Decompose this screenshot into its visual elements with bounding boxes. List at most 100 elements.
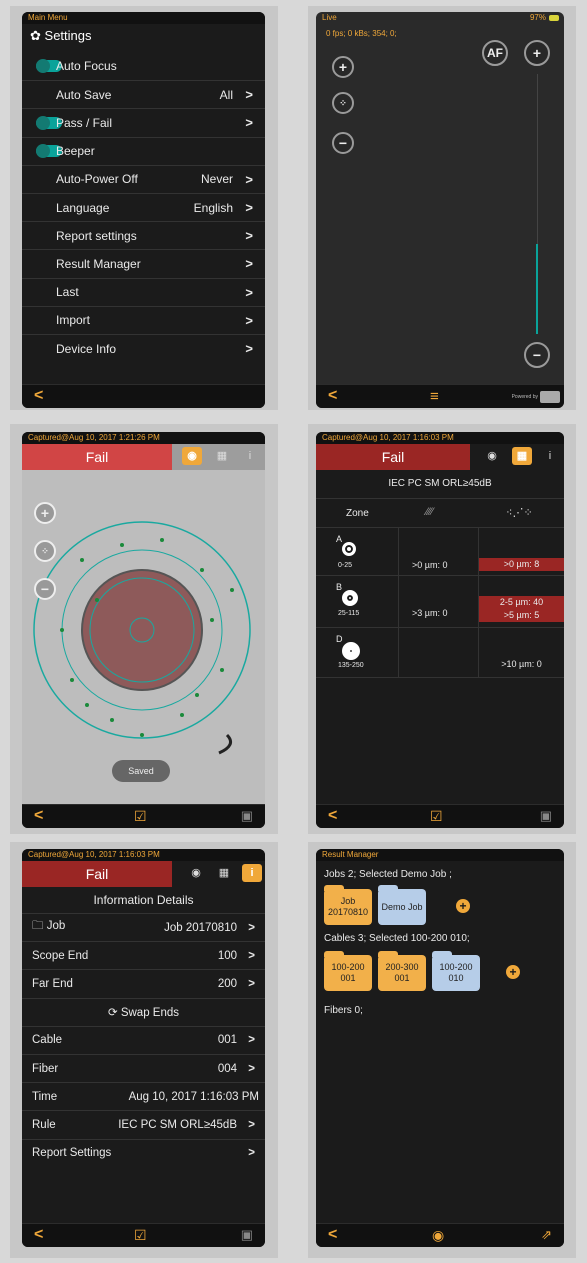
fit-button[interactable]: ⁘ xyxy=(34,540,56,562)
tab-table[interactable]: ▦ xyxy=(214,864,234,882)
cable-folder[interactable]: 100-200 001 xyxy=(324,951,372,991)
cladding-circle xyxy=(81,569,203,691)
settings-item-label: Auto-Power Off xyxy=(56,172,138,187)
back-icon[interactable]: < xyxy=(328,1226,337,1244)
info-row[interactable]: Cable 001 > xyxy=(22,1025,265,1054)
zoom-in-button[interactable]: + xyxy=(34,502,56,524)
add-job-icon[interactable]: + xyxy=(456,899,470,913)
settings-item[interactable]: Result Manager > xyxy=(22,249,265,277)
zone-header: Zone xyxy=(346,508,369,519)
settings-item-label: Beeper xyxy=(56,144,95,159)
back-icon[interactable]: < xyxy=(328,807,337,825)
info-row[interactable]: Scope End 100 > xyxy=(22,941,265,969)
fit-button[interactable]: ⁘ xyxy=(332,92,354,114)
info-row-label: Rule xyxy=(32,1119,56,1131)
settings-item[interactable]: Auto-Power Off Never > xyxy=(22,164,265,193)
page-title: Information Details xyxy=(93,893,194,907)
autofocus-button[interactable]: AF xyxy=(482,40,508,66)
settings-item-label: Auto Save xyxy=(56,87,112,102)
settings-item[interactable]: Auto Save All > xyxy=(22,80,265,108)
defect-count: >0 µm: 8 xyxy=(479,558,564,571)
info-row-label: Scope End xyxy=(32,950,88,962)
back-icon[interactable]: < xyxy=(34,387,43,405)
add-cable-icon[interactable]: + xyxy=(506,965,520,979)
tab-image[interactable]: ◉ xyxy=(182,447,202,465)
swap-ends-button[interactable]: ⟳ Swap Ends xyxy=(22,997,265,1026)
info-row-label: Fiber xyxy=(32,1063,58,1075)
settings-title: Settings xyxy=(44,28,92,43)
zoom-in-button[interactable]: + xyxy=(332,56,354,78)
focus-minus-button[interactable]: − xyxy=(524,342,550,368)
settings-item[interactable]: Report settings > xyxy=(22,221,265,249)
checkbox-icon[interactable]: ☑ xyxy=(134,1227,147,1244)
gear-icon: ✿ xyxy=(30,28,41,43)
settings-item-value: English xyxy=(193,200,233,215)
info-row[interactable]: Fiber 004 > xyxy=(22,1054,265,1082)
tab-info[interactable]: i xyxy=(540,447,560,465)
focus-plus-button[interactable]: + xyxy=(524,40,550,66)
table-header-row: Zone ⁄⁄⁄⁄ ⁖⋰⁘ xyxy=(316,498,564,528)
cable-folder[interactable]: 100-200 010 xyxy=(432,951,480,991)
info-row[interactable]: Rule IEC PC SM ORL≥45dB > xyxy=(22,1110,265,1138)
live-screen: Live 97% 0 fps; 0 kBs; 354; 0; + ⁘ − AF … xyxy=(316,12,564,408)
zoom-out-button[interactable]: − xyxy=(34,578,56,600)
status-bar: Main Menu xyxy=(22,12,265,24)
tab-image[interactable]: ◉ xyxy=(186,864,206,882)
chevron-right-icon: > xyxy=(245,115,253,131)
fiber-end-image xyxy=(22,470,265,804)
defect-count: >10 µm: 0 xyxy=(501,659,542,669)
zone-letter: D xyxy=(336,634,343,644)
info-screen: Captured@Aug 10, 2017 1:16:03 PM Fail ◉ … xyxy=(22,849,265,1247)
powered-by-text: Powered by xyxy=(511,394,538,400)
settings-item[interactable]: Device Info > xyxy=(22,334,265,362)
jobs-label: Jobs 2; Selected Demo Job ; xyxy=(324,869,452,880)
tab-table[interactable]: ▦ xyxy=(212,447,232,465)
status-text: Captured@Aug 10, 2017 1:21:26 PM xyxy=(28,433,160,442)
tab-info[interactable]: i xyxy=(240,447,260,465)
tab-table[interactable]: ▦ xyxy=(512,447,532,465)
back-icon[interactable]: < xyxy=(34,807,43,825)
chevron-right-icon: > xyxy=(248,949,255,962)
back-icon[interactable]: < xyxy=(328,387,337,405)
info-row-value: Job 20170810 xyxy=(164,921,237,934)
tab-info[interactable]: i xyxy=(242,864,262,882)
settings-item[interactable]: Language English > xyxy=(22,193,265,221)
job-folder[interactable]: Job 20170810 xyxy=(324,885,372,925)
status-text: Captured@Aug 10, 2017 1:16:03 PM xyxy=(28,850,160,859)
tab-image[interactable]: ◉ xyxy=(482,447,502,465)
job-folder[interactable]: Demo Job xyxy=(378,885,426,925)
status-bar: Captured@Aug 10, 2017 1:16:03 PM xyxy=(22,849,265,861)
defect-count: 2-5 µm: 40 xyxy=(479,596,564,609)
settings-item[interactable]: Pass / Fail > xyxy=(22,108,265,136)
checkbox-icon[interactable]: ☑ xyxy=(134,808,147,825)
settings-item[interactable]: Import > xyxy=(22,305,265,334)
settings-item[interactable]: Last > xyxy=(22,277,265,306)
settings-item[interactable]: Auto Focus xyxy=(22,52,265,80)
save-icon[interactable]: ▣ xyxy=(241,1227,253,1243)
info-row[interactable]: 🗀 Job Job 20170810 > xyxy=(22,913,265,941)
info-row-label-text: Scope End xyxy=(32,949,89,962)
scope-icon[interactable]: ◉ xyxy=(432,1227,444,1244)
back-icon[interactable]: < xyxy=(34,1226,43,1244)
fail-banner: Fail xyxy=(22,444,172,470)
chevron-right-icon: > xyxy=(245,312,253,328)
save-icon[interactable]: ▣ xyxy=(540,808,552,824)
info-row[interactable]: Far End 200 > xyxy=(22,969,265,997)
save-icon[interactable]: ▣ xyxy=(241,808,253,824)
checkbox-icon[interactable]: ☑ xyxy=(430,808,443,825)
settings-item[interactable]: Beeper xyxy=(22,136,265,165)
capture-table-screen: Captured@Aug 10, 2017 1:16:03 PM Fail ◉ … xyxy=(316,432,564,828)
menu-icon[interactable]: ≡ xyxy=(430,388,439,405)
status-text: Live xyxy=(322,13,337,22)
chevron-right-icon: > xyxy=(248,1147,255,1160)
info-row[interactable]: Report Settings > xyxy=(22,1138,265,1167)
folder-icon: 🗀 xyxy=(32,920,47,932)
cable-folder[interactable]: 200-300 001 xyxy=(378,951,426,991)
export-icon[interactable]: ⇗ xyxy=(541,1227,552,1243)
settings-item-label: Language xyxy=(56,200,110,215)
info-row[interactable]: Time Aug 10, 2017 1:16:03 PM xyxy=(22,1082,265,1110)
result-label: Fail xyxy=(381,449,405,465)
cable-folder-label: 100-200 001 xyxy=(331,962,365,983)
zone-range: 135-250 xyxy=(338,662,364,669)
zoom-out-button[interactable]: − xyxy=(332,132,354,154)
